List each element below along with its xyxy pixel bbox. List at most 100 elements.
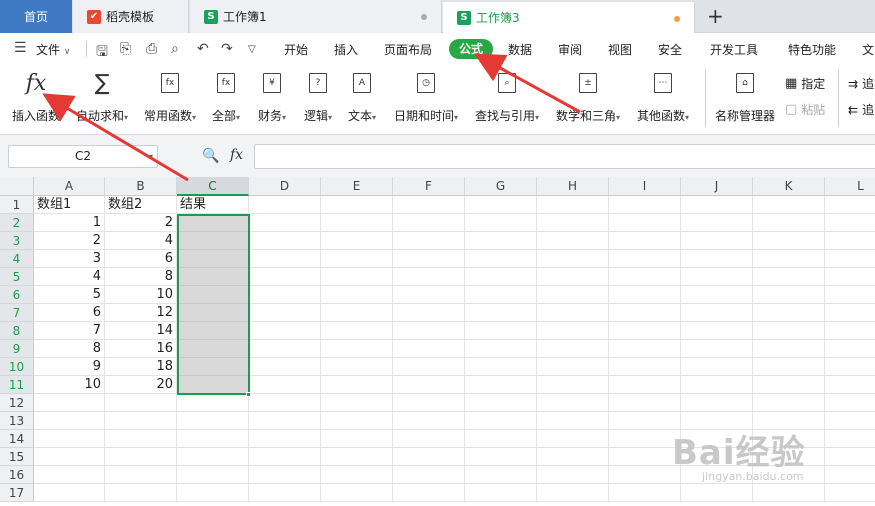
cell-h13[interactable] — [537, 412, 609, 430]
specify-button[interactable]: ▦ 指定 — [785, 75, 825, 92]
cell-d1[interactable] — [249, 196, 321, 214]
datetime-functions-button[interactable]: ◷ 日期和时间▾ — [394, 71, 458, 124]
row-header-15[interactable]: 15 — [0, 448, 34, 466]
cell-i17[interactable] — [609, 484, 681, 502]
cell-l1[interactable] — [825, 196, 875, 214]
cell-i11[interactable] — [609, 376, 681, 394]
cell-e8[interactable] — [321, 322, 393, 340]
hamburger-menu-icon[interactable]: ☰ — [14, 40, 27, 56]
cell-g5[interactable] — [465, 268, 537, 286]
cell-i9[interactable] — [609, 340, 681, 358]
cell-d14[interactable] — [249, 430, 321, 448]
cell-e2[interactable] — [321, 214, 393, 232]
cell-a17[interactable] — [34, 484, 105, 502]
cell-f4[interactable] — [393, 250, 465, 268]
cell-k1[interactable] — [753, 196, 825, 214]
cell-k10[interactable] — [753, 358, 825, 376]
cell-a15[interactable] — [34, 448, 105, 466]
cell-k17[interactable] — [753, 484, 825, 502]
cell-b11[interactable]: 20 — [105, 376, 177, 394]
cell-c5[interactable] — [177, 268, 249, 286]
cell-c13[interactable] — [177, 412, 249, 430]
cell-a14[interactable] — [34, 430, 105, 448]
cell-l11[interactable] — [825, 376, 875, 394]
cell-i15[interactable] — [609, 448, 681, 466]
cell-i12[interactable] — [609, 394, 681, 412]
cell-h16[interactable] — [537, 466, 609, 484]
cell-b1[interactable]: 数组2 — [105, 196, 177, 214]
cell-k3[interactable] — [753, 232, 825, 250]
undo-icon[interactable]: ↶ — [197, 41, 209, 57]
cell-l16[interactable] — [825, 466, 875, 484]
cell-c3[interactable] — [177, 232, 249, 250]
cell-d12[interactable] — [249, 394, 321, 412]
cell-a3[interactable]: 2 — [34, 232, 105, 250]
row-header-16[interactable]: 16 — [0, 466, 34, 484]
cell-i13[interactable] — [609, 412, 681, 430]
cell-j3[interactable] — [681, 232, 753, 250]
formula-input[interactable] — [254, 144, 875, 169]
all-functions-button[interactable]: fx 全部▾ — [212, 71, 240, 124]
cell-b17[interactable] — [105, 484, 177, 502]
row-header-12[interactable]: 12 — [0, 394, 34, 412]
name-box[interactable]: C2 ▾ — [8, 145, 158, 168]
cell-b9[interactable]: 16 — [105, 340, 177, 358]
cell-j9[interactable] — [681, 340, 753, 358]
cell-k7[interactable] — [753, 304, 825, 322]
cell-f6[interactable] — [393, 286, 465, 304]
common-functions-button[interactable]: fx 常用函数▾ — [144, 71, 196, 124]
tab-home[interactable]: 首页 — [0, 0, 72, 33]
cell-a12[interactable] — [34, 394, 105, 412]
quick-access-dropdown-icon[interactable]: ▽ — [248, 44, 256, 55]
cell-c11[interactable] — [177, 376, 249, 394]
paste-button[interactable]: ▢ 粘贴 — [785, 101, 825, 118]
cell-l7[interactable] — [825, 304, 875, 322]
cell-i10[interactable] — [609, 358, 681, 376]
cell-j4[interactable] — [681, 250, 753, 268]
cell-d8[interactable] — [249, 322, 321, 340]
cell-a1[interactable]: 数组1 — [34, 196, 105, 214]
text-functions-button[interactable]: A 文本▾ — [348, 71, 376, 124]
menu-features[interactable]: 特色功能 — [788, 41, 836, 58]
cell-g11[interactable] — [465, 376, 537, 394]
cell-g15[interactable] — [465, 448, 537, 466]
cell-f1[interactable] — [393, 196, 465, 214]
cell-l17[interactable] — [825, 484, 875, 502]
menu-more[interactable]: 文 — [862, 41, 874, 58]
cell-a16[interactable] — [34, 466, 105, 484]
redo-icon[interactable]: ↷ — [221, 41, 233, 57]
insert-function-button[interactable]: fx 插入函数 — [12, 71, 60, 124]
other-functions-button[interactable]: ⋯ 其他函数▾ — [637, 71, 689, 124]
cell-e12[interactable] — [321, 394, 393, 412]
cell-h3[interactable] — [537, 232, 609, 250]
cell-l3[interactable] — [825, 232, 875, 250]
cell-g16[interactable] — [465, 466, 537, 484]
cell-e11[interactable] — [321, 376, 393, 394]
cell-f14[interactable] — [393, 430, 465, 448]
row-header-2[interactable]: 2 — [0, 214, 34, 232]
print-icon[interactable]: ⎙ — [146, 41, 157, 57]
cell-f5[interactable] — [393, 268, 465, 286]
column-header-l[interactable]: L — [825, 177, 875, 196]
cell-h4[interactable] — [537, 250, 609, 268]
tab-book1[interactable]: S 工作簿1 — [190, 0, 442, 33]
cell-i16[interactable] — [609, 466, 681, 484]
cell-l8[interactable] — [825, 322, 875, 340]
cell-b4[interactable]: 6 — [105, 250, 177, 268]
cell-b8[interactable]: 14 — [105, 322, 177, 340]
cell-k11[interactable] — [753, 376, 825, 394]
cell-b7[interactable]: 12 — [105, 304, 177, 322]
cell-f12[interactable] — [393, 394, 465, 412]
lookup-functions-button[interactable]: ⌕ 查找与引用▾ — [475, 71, 539, 124]
cell-h2[interactable] — [537, 214, 609, 232]
cell-d5[interactable] — [249, 268, 321, 286]
cell-b13[interactable] — [105, 412, 177, 430]
cell-f2[interactable] — [393, 214, 465, 232]
cell-k5[interactable] — [753, 268, 825, 286]
cell-l15[interactable] — [825, 448, 875, 466]
cell-e3[interactable] — [321, 232, 393, 250]
cell-d7[interactable] — [249, 304, 321, 322]
cell-f13[interactable] — [393, 412, 465, 430]
cell-d15[interactable] — [249, 448, 321, 466]
cell-f17[interactable] — [393, 484, 465, 502]
